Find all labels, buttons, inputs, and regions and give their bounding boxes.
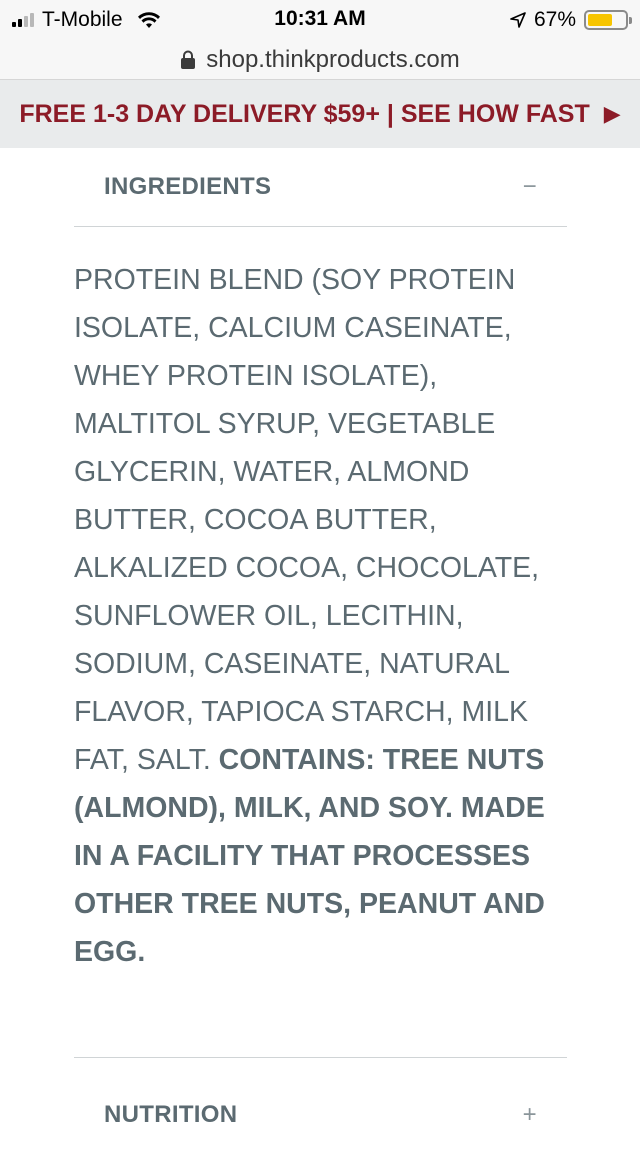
lock-icon (181, 50, 196, 69)
divider (74, 1057, 567, 1058)
nutrition-title: NUTRITION (104, 1101, 238, 1128)
ingredients-accordion[interactable]: INGREDIENTS − (74, 148, 567, 226)
ingredients-list: PROTEIN BLEND (SOY PROTEIN ISOLATE, CALC… (74, 264, 540, 776)
promo-text: FREE 1-3 DAY DELIVERY $59+ | SEE HOW FAS… (19, 99, 590, 128)
collapse-icon[interactable]: − (523, 173, 537, 201)
ingredients-title: INGREDIENTS (104, 173, 272, 200)
location-arrow-icon (510, 12, 526, 28)
allergen-statement: CONTAINS: TREE NUTS (ALMOND), MILK, AND … (74, 744, 545, 968)
nutrition-header[interactable]: NUTRITION + (74, 1076, 567, 1154)
nutrition-accordion[interactable]: NUTRITION + (74, 1076, 567, 1154)
battery-percent: 67% (533, 8, 576, 31)
status-bar: T-Mobile 10:31 AM 67% (0, 0, 640, 40)
address-bar[interactable]: shop.thinkproducts.com (0, 40, 640, 80)
ingredients-header[interactable]: INGREDIENTS − (74, 148, 567, 226)
battery-fill (588, 14, 613, 26)
play-arrow-icon: ▶ (603, 101, 621, 126)
status-right: 67% (510, 7, 632, 33)
url-text: shop.thinkproducts.com (206, 45, 460, 73)
expand-icon[interactable]: + (523, 1101, 537, 1129)
divider (74, 226, 567, 227)
promo-banner[interactable]: FREE 1-3 DAY DELIVERY $59+ | SEE HOW FAS… (0, 80, 640, 148)
battery-icon (584, 10, 632, 30)
ingredients-text: PROTEIN BLEND (SOY PROTEIN ISOLATE, CALC… (74, 256, 567, 976)
